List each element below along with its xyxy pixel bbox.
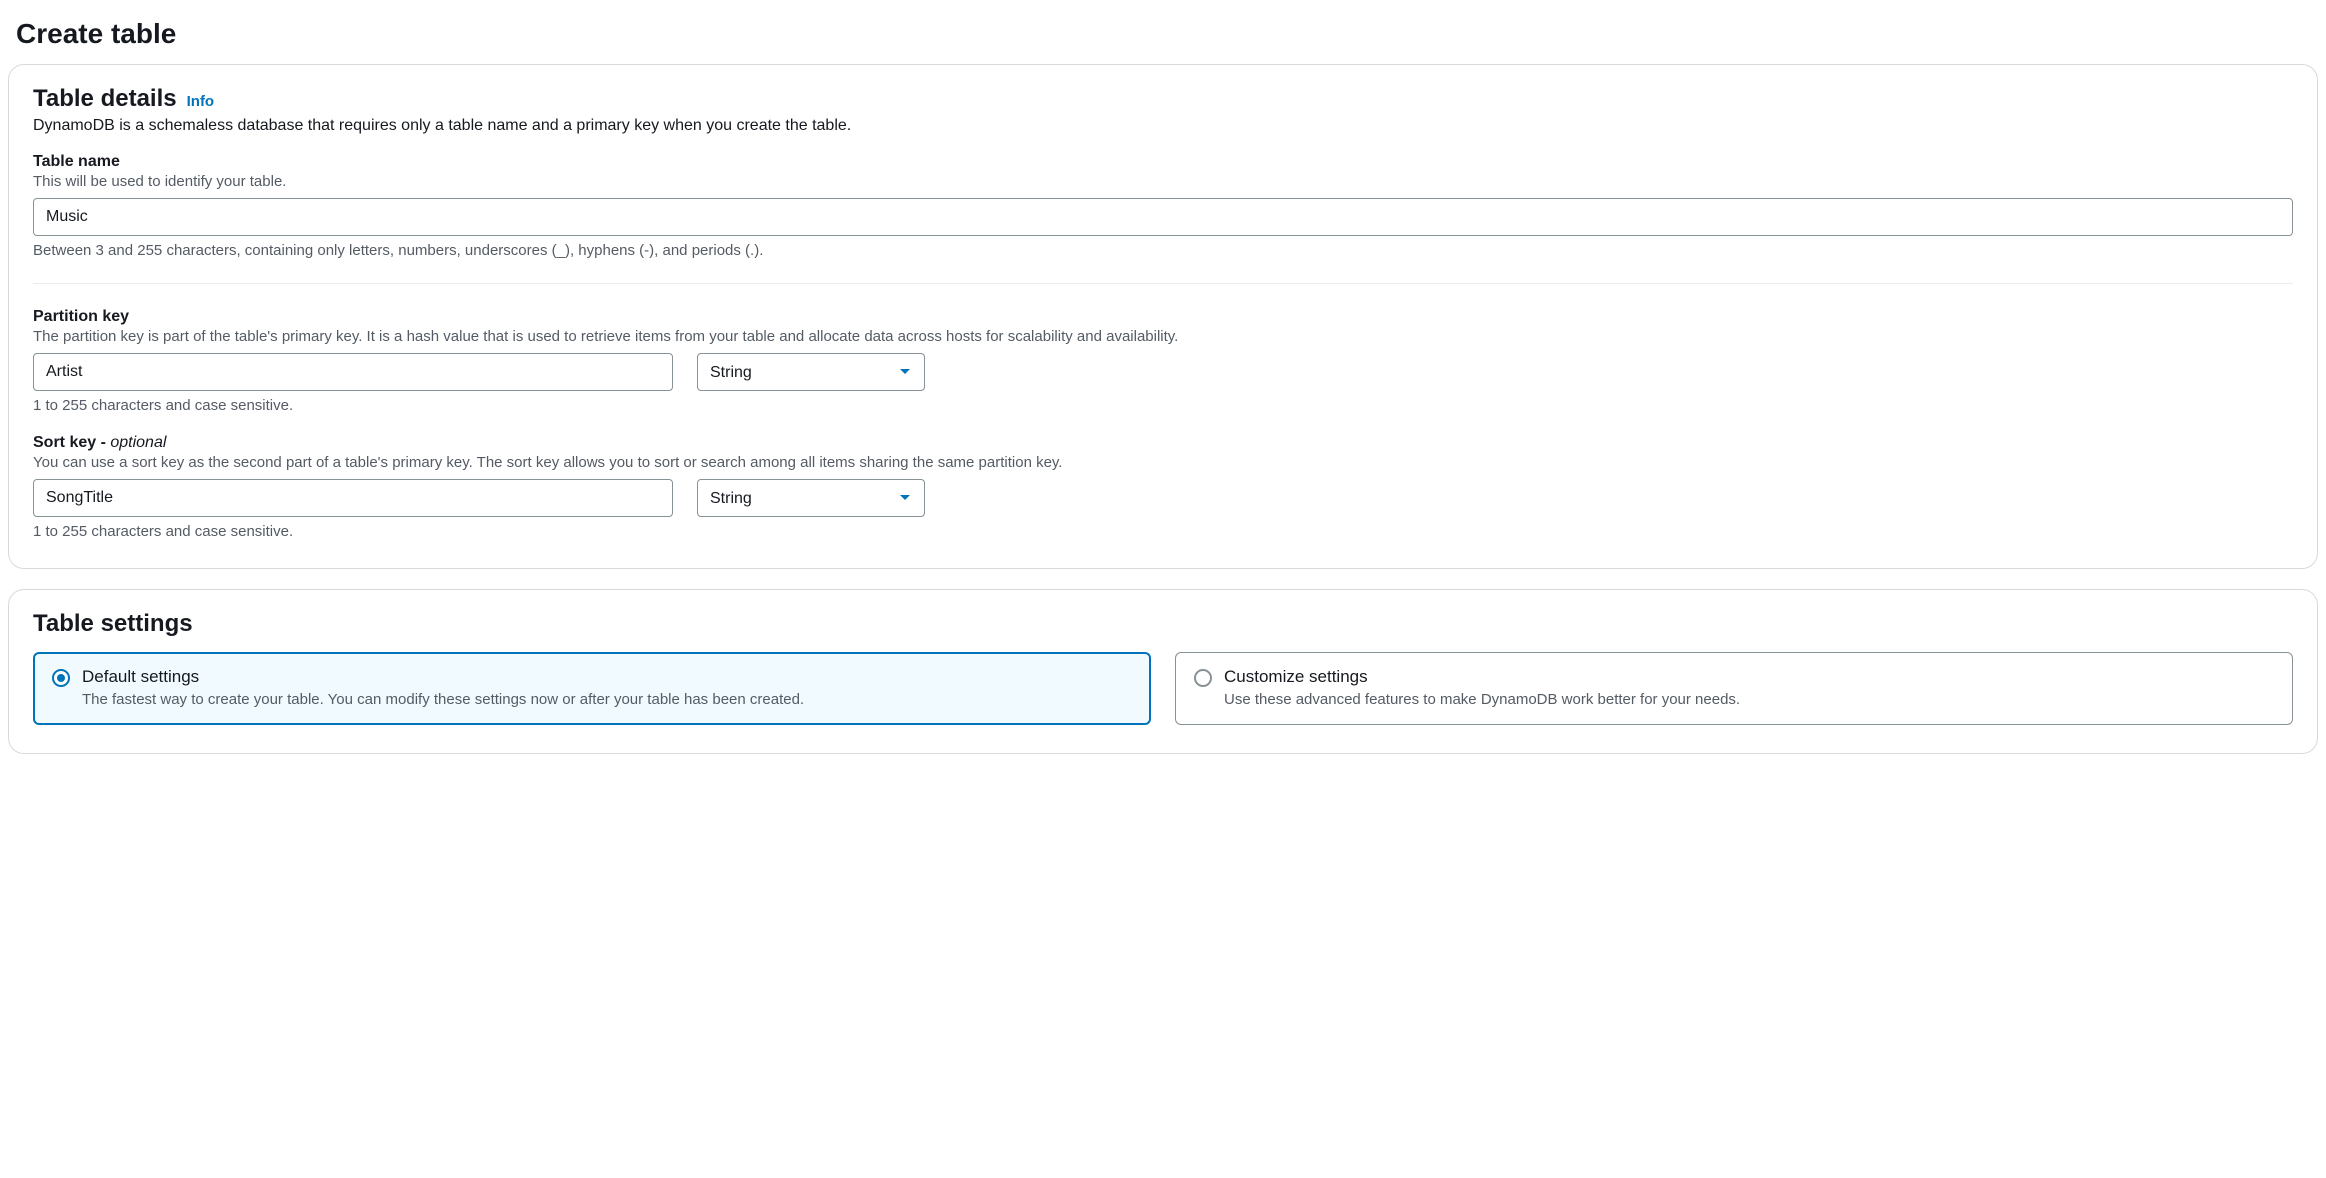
radio-icon [52, 669, 70, 687]
divider [33, 283, 2293, 284]
sort-key-label: Sort key - optional [33, 434, 2293, 452]
table-settings-panel: Table settings Default settings The fast… [8, 589, 2318, 754]
default-settings-description: The fastest way to create your table. Yo… [82, 689, 804, 710]
partition-key-constraint: 1 to 255 characters and case sensitive. [33, 397, 2293, 414]
table-details-title: Table details [33, 85, 177, 113]
page-title: Create table [16, 18, 2318, 50]
table-details-panel: Table details Info DynamoDB is a schemal… [8, 64, 2318, 569]
sort-key-constraint: 1 to 255 characters and case sensitive. [33, 523, 2293, 540]
customize-settings-description: Use these advanced features to make Dyna… [1224, 689, 1740, 710]
sort-key-input[interactable] [33, 479, 673, 517]
table-name-label: Table name [33, 153, 2293, 171]
partition-key-label: Partition key [33, 308, 2293, 326]
partition-key-type-select[interactable]: String [697, 353, 925, 391]
table-name-hint: This will be used to identify your table… [33, 173, 2293, 190]
partition-key-hint: The partition key is part of the table's… [33, 328, 2293, 345]
radio-icon [1194, 669, 1212, 687]
partition-key-input[interactable] [33, 353, 673, 391]
table-name-constraint: Between 3 and 255 characters, containing… [33, 242, 2293, 259]
table-settings-title: Table settings [33, 610, 2293, 638]
default-settings-title: Default settings [82, 667, 804, 687]
info-link[interactable]: Info [187, 93, 215, 110]
table-name-input[interactable] [33, 198, 2293, 236]
customize-settings-option[interactable]: Customize settings Use these advanced fe… [1175, 652, 2293, 725]
customize-settings-title: Customize settings [1224, 667, 1740, 687]
table-details-description: DynamoDB is a schemaless database that r… [33, 117, 2293, 135]
sort-key-hint: You can use a sort key as the second par… [33, 454, 2293, 471]
sort-key-type-select[interactable]: String [697, 479, 925, 517]
default-settings-option[interactable]: Default settings The fastest way to crea… [33, 652, 1151, 725]
